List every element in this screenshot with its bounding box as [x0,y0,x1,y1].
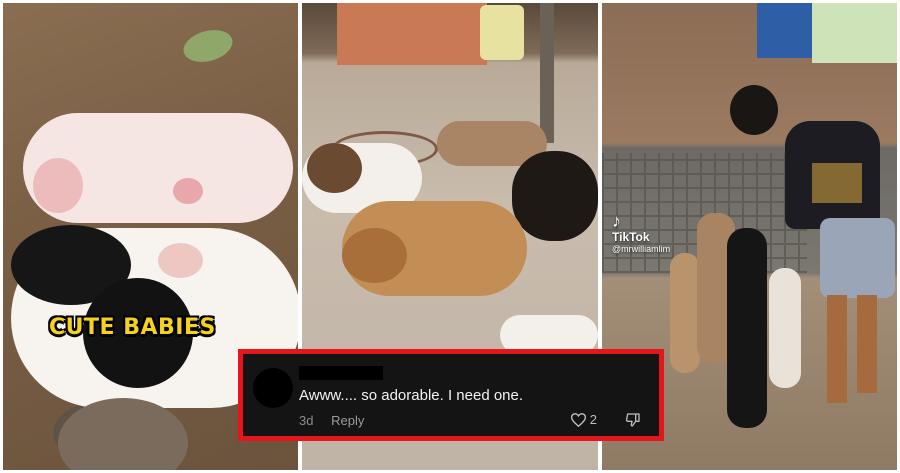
watermark-brand: TikTok [612,230,650,244]
foliage [812,3,897,63]
tan-puppy-head [342,228,407,283]
shirt-pattern [812,163,862,203]
man-leg [827,295,847,403]
puppy-head [307,143,362,193]
comment-card: Awww.... so adorable. I need one. 3d Rep… [238,349,664,441]
tiktok-logo-icon: ♪ [612,211,621,231]
man-head [730,85,778,135]
reply-button[interactable]: Reply [331,413,364,428]
man-leg [857,295,877,393]
dislike-icon[interactable] [625,412,641,428]
like-button[interactable]: 2 [570,412,597,427]
dog-black [727,228,767,428]
heart-icon [570,412,586,427]
comment-meta: 3d Reply [299,413,364,428]
dog-white [769,268,801,388]
like-count: 2 [589,412,597,427]
puppy-paw [173,178,203,204]
avatar[interactable] [253,368,293,408]
man-shorts [820,218,895,298]
puppy-paw [158,243,203,278]
leaf [179,25,237,67]
wooden-board [337,3,487,65]
blue-panel [757,3,817,58]
puppy-snout [33,158,83,213]
container [480,5,524,60]
tiktok-watermark: ♪ TikTok @mrwilliamlim [612,212,670,254]
post [540,3,554,143]
black-puppy [512,151,598,241]
grey-puppy [58,398,188,470]
comment-age: 3d [299,413,314,428]
caption-cute-babies: CUTE BABIES [49,315,216,340]
redacted-username [299,366,383,380]
comment-text: Awww.... so adorable. I need one. [299,387,524,404]
watermark-handle: @mrwilliamlim [612,244,671,254]
dog-tan [670,253,700,373]
